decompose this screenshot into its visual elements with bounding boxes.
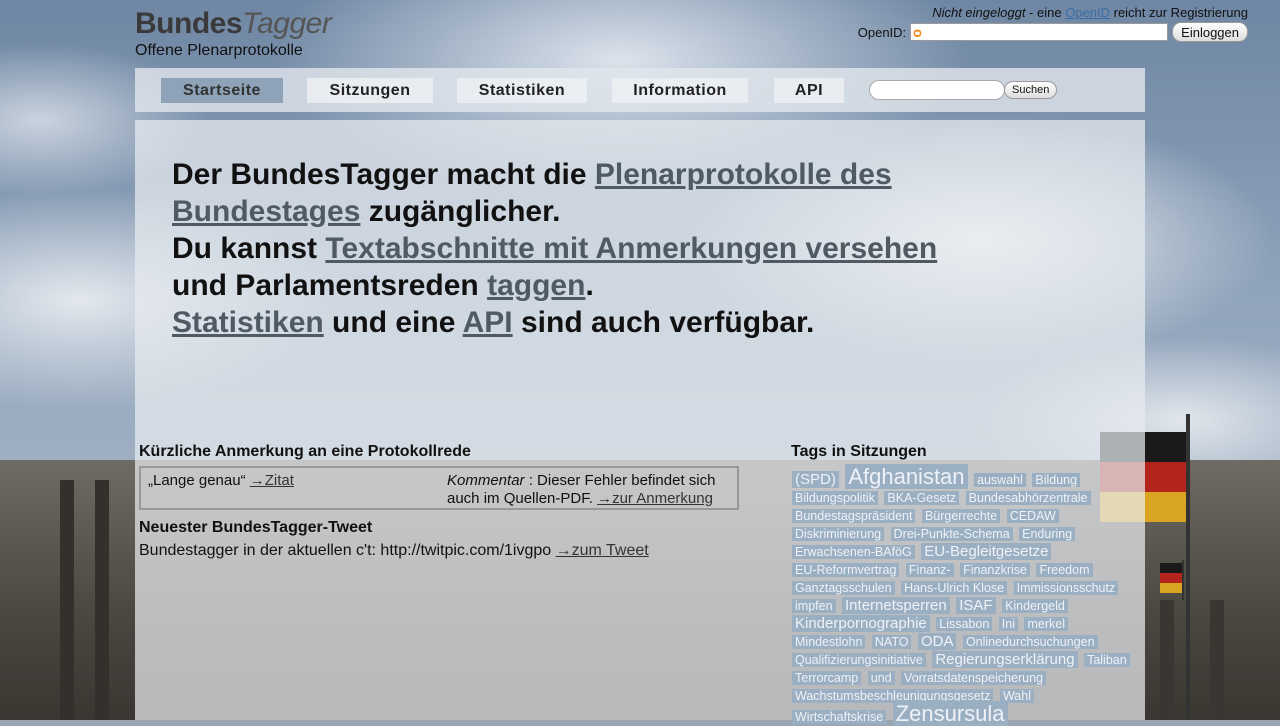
intro-text: Der BundesTagger macht die Plenarprotoko… [172, 156, 1052, 341]
building-pillar [1210, 600, 1224, 720]
openid-label: OpenID: [857, 24, 907, 40]
tag-link[interactable]: impfen [792, 599, 836, 613]
tag-link[interactable]: Afghanistan [845, 464, 968, 489]
tag-link[interactable]: Finanzkrise [960, 563, 1030, 577]
tag-link[interactable]: Zensursula [892, 701, 1008, 726]
tag-link[interactable]: Onlinedurchsuchungen [962, 635, 1098, 649]
intro-text-2: zugänglicher. [360, 195, 561, 228]
intro-text-7: sind auch verfügbar. [512, 306, 815, 339]
tag-link[interactable]: Drei-Punkte-Schema [890, 527, 1013, 541]
main-navigation: Startseite Sitzungen Statistiken Informa… [135, 68, 1145, 112]
tag-link[interactable]: (SPD) [792, 471, 839, 488]
search-button[interactable]: Suchen [1004, 81, 1058, 99]
tag-link[interactable]: EU-Begleitgesetze [921, 543, 1052, 560]
tag-link[interactable]: Diskriminierung [792, 527, 885, 541]
tag-link[interactable]: Qualifizierungsinitiative [792, 653, 926, 667]
tag-link[interactable]: Internetsperren [842, 597, 950, 614]
tab-sitzungen[interactable]: Sitzungen [307, 78, 433, 103]
tag-link[interactable]: Vorratsdatenspeicherung [901, 671, 1047, 685]
openid-info-link[interactable]: OpenID [1065, 5, 1110, 20]
link-taggen[interactable]: taggen [487, 269, 585, 302]
tab-information[interactable]: Information [612, 78, 748, 103]
tag-link[interactable]: Bundestagspräsident [792, 509, 916, 523]
link-anmerkungen[interactable]: Textabschnitte mit Anmerkungen versehen [325, 232, 937, 265]
tag-link[interactable]: Finanz- [905, 563, 954, 577]
tag-link[interactable]: Bildung [1032, 473, 1081, 487]
building-pillar [95, 480, 109, 720]
flagpole [1186, 414, 1190, 720]
link-api[interactable]: API [463, 306, 513, 339]
login-button[interactable]: Einloggen [1172, 22, 1248, 42]
building-pillar [60, 480, 74, 720]
tweet-body: Bundestagger in der aktuellen c't: http:… [139, 542, 556, 559]
tag-link[interactable]: Enduring [1019, 527, 1076, 541]
german-flag [1160, 563, 1182, 593]
link-statistiken[interactable]: Statistiken [172, 306, 324, 339]
login-form: OpenID: ᴑ Einloggen [858, 22, 1248, 42]
tweet-heading: Neuester BundesTagger-Tweet [139, 519, 373, 536]
tag-cloud: (SPD) Afghanistan auswahl Bildung Bildun… [791, 464, 1136, 726]
search-input[interactable] [869, 80, 1005, 100]
site-title[interactable]: BundesTagger [135, 7, 332, 40]
annotation-heading: Kürzliche Anmerkung an eine Protokollred… [139, 443, 471, 460]
tag-link[interactable]: Ini [998, 617, 1018, 631]
site-brand[interactable]: BundesTagger Offene Plenarprotokolle [135, 7, 332, 60]
tag-link[interactable]: Terrorcamp [792, 671, 862, 685]
brand-bold: Bundes [135, 7, 243, 40]
login-status-italic: Nicht eingeloggt [932, 5, 1026, 20]
tag-link[interactable]: Freedom [1036, 563, 1093, 577]
annotation-box: „Lange genau“ →Zitat Kommentar : Dieser … [139, 466, 739, 510]
tag-link[interactable]: Hans-Ulrich Klose [901, 581, 1008, 595]
tag-link[interactable]: BKA-Gesetz [884, 491, 960, 505]
tag-link[interactable]: Bürgerrechte [921, 509, 1001, 523]
tag-link[interactable]: merkel [1024, 617, 1068, 631]
annotation-link[interactable]: →zur Anmerkung [597, 490, 713, 507]
tag-link[interactable]: Ganztagsschulen [792, 581, 895, 595]
tab-startseite[interactable]: Startseite [161, 78, 283, 103]
intro-text-5: . [585, 269, 594, 302]
tag-link[interactable]: auswahl [974, 473, 1026, 487]
tab-api[interactable]: API [774, 78, 844, 103]
tag-link[interactable]: Kinderpornographie [792, 615, 930, 632]
tag-link[interactable]: Kindergeld [1002, 599, 1068, 613]
tag-link[interactable]: Erwachsenen-BAföG [792, 545, 915, 559]
annotation-quote-text: „Lange genau“ [148, 472, 250, 489]
tag-link[interactable]: Immissionsschutz [1013, 581, 1119, 595]
quote-link[interactable]: →Zitat [250, 472, 294, 489]
intro-text-3: Du kannst [172, 232, 326, 265]
intro-text-6: und eine [323, 306, 463, 339]
comment-label: Kommentar [447, 472, 525, 489]
flagpole [1182, 560, 1184, 600]
tag-link[interactable]: Mindestlohn [792, 635, 866, 649]
tag-link[interactable]: Regierungserklärung [932, 651, 1078, 668]
annotation-quote: „Lange genau“ →Zitat [148, 472, 294, 489]
building-pillar [1160, 600, 1174, 720]
tag-link[interactable]: Bundesabhörzentrale [965, 491, 1091, 505]
openid-icon: ᴑ [913, 24, 922, 40]
tag-link[interactable]: Bildungspolitik [792, 491, 878, 505]
tag-link[interactable]: Taliban [1084, 653, 1130, 667]
intro-text-1: Der BundesTagger macht die [172, 158, 595, 191]
intro-text-4: und Parlamentsreden [172, 269, 488, 302]
tag-link[interactable]: NATO [871, 635, 912, 649]
tag-link[interactable]: CEDAW [1006, 509, 1059, 523]
tweet-text: Bundestagger in der aktuellen c't: http:… [139, 542, 649, 560]
tag-link[interactable]: ODA [917, 633, 957, 650]
login-status-mid: - eine [1025, 5, 1066, 20]
site-subtitle: Offene Plenarprotokolle [135, 42, 303, 59]
openid-input[interactable]: ᴑ [910, 23, 1169, 41]
tag-link[interactable]: und [867, 671, 895, 685]
tweet-link[interactable]: →zum Tweet [556, 542, 649, 559]
brand-italic: Tagger [242, 7, 332, 40]
tag-link[interactable]: Wirtschaftskrise [792, 710, 887, 724]
tag-link[interactable]: Lissabon [936, 617, 993, 631]
tag-link[interactable]: EU-Reformvertrag [792, 563, 900, 577]
login-status: Nicht eingeloggt - eine OpenID reicht zu… [932, 5, 1248, 20]
tab-statistiken[interactable]: Statistiken [457, 78, 587, 103]
tag-link[interactable]: ISAF [956, 597, 996, 614]
tags-heading: Tags in Sitzungen [791, 443, 927, 460]
login-status-end: reicht zur Registrierung [1110, 5, 1248, 20]
annotation-comment: Kommentar : Dieser Fehler befindet sich … [447, 472, 737, 508]
